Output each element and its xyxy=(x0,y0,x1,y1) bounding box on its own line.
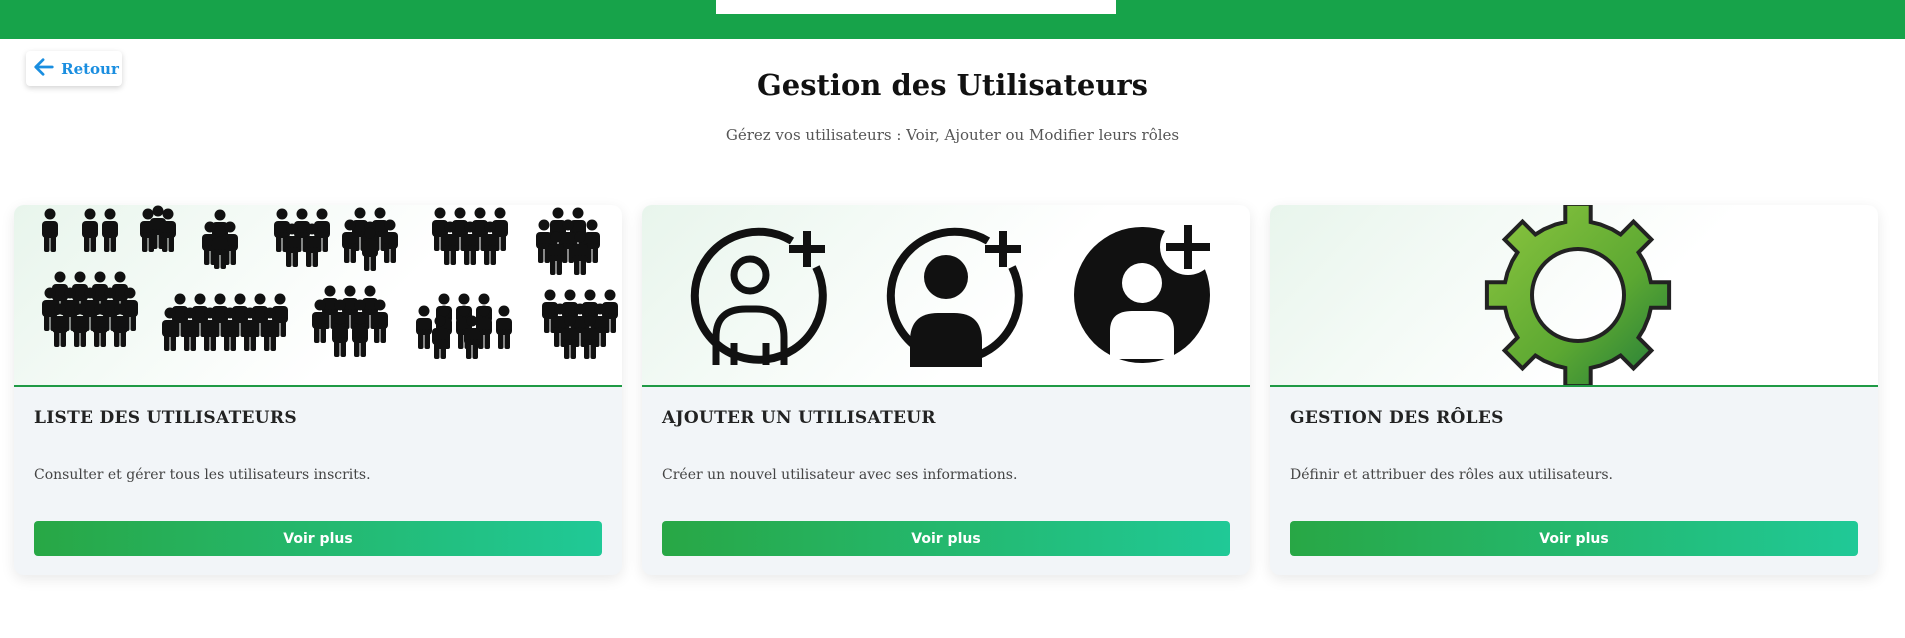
gear-icon xyxy=(1270,205,1878,387)
card-title: AJOUTER UN UTILISATEUR xyxy=(662,408,936,428)
add-user-outline-icon xyxy=(690,227,827,365)
add-user-icons xyxy=(642,205,1250,387)
top-navbar xyxy=(0,0,1905,39)
card-description: Consulter et gérer tous les utilisateurs… xyxy=(34,467,371,483)
card-title: GESTION DES RÔLES xyxy=(1290,408,1504,428)
card-user-list: LISTE DES UTILISATEURS Consulter et gére… xyxy=(14,205,622,575)
card-roles: GESTION DES RÔLES Définir et attribuer d… xyxy=(1270,205,1878,575)
card-description: Définir et attribuer des rôles aux utili… xyxy=(1290,467,1613,483)
add-user-solid-icon xyxy=(886,227,1023,367)
navbar-center-box xyxy=(716,0,1116,14)
card-title: LISTE DES UTILISATEURS xyxy=(34,408,297,428)
card-add-user: AJOUTER UN UTILISATEUR Créer un nouvel u… xyxy=(642,205,1250,575)
page-subtitle: Gérez vos utilisateurs : Voir, Ajouter o… xyxy=(725,126,1180,144)
add-user-filled-icon xyxy=(1074,219,1216,363)
user-groups-icon xyxy=(14,205,622,387)
page-title: Gestion des Utilisateurs xyxy=(756,68,1149,102)
add-user-see-more-button[interactable]: Voir plus xyxy=(662,521,1230,556)
roles-see-more-button[interactable]: Voir plus xyxy=(1290,521,1858,556)
card-description: Créer un nouvel utilisateur avec ses inf… xyxy=(662,467,1018,483)
user-list-see-more-button[interactable]: Voir plus xyxy=(34,521,602,556)
